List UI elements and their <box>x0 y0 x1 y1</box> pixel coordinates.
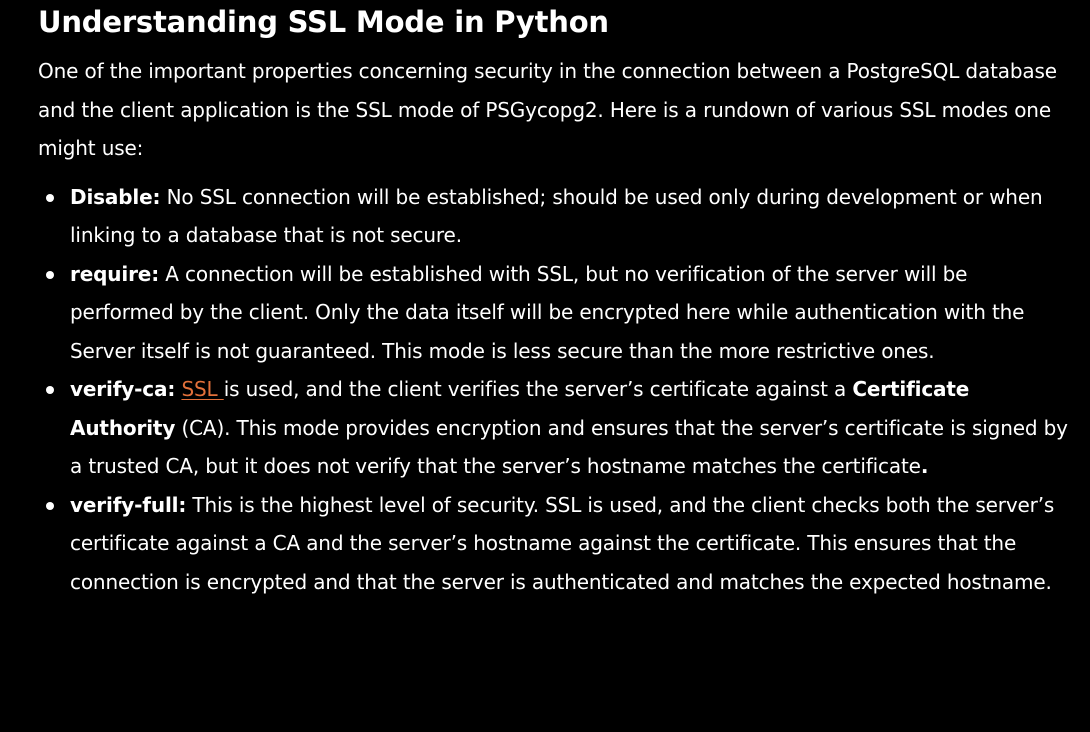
ssl-modes-list: Disable: No SSL connection will be estab… <box>38 178 1070 602</box>
bullet-icon <box>46 501 54 510</box>
bullet-icon <box>46 193 54 202</box>
mode-term: require: <box>70 261 160 286</box>
intro-paragraph: One of the important properties concerni… <box>38 59 1057 160</box>
article-title: Understanding SSL Mode in Python <box>38 5 609 39</box>
mode-description: This is the highest level of security. S… <box>70 492 1055 594</box>
bullet-icon <box>46 270 54 279</box>
mode-description-continued: (CA). This mode provides encryption and … <box>70 415 1068 479</box>
bullet-icon <box>46 386 54 394</box>
list-item-verify-full: verify-full: This is the highest level o… <box>46 486 1070 602</box>
article: Understanding SSL Mode in Python One of … <box>0 0 1090 732</box>
mode-description: is used, and the client verifies the ser… <box>223 377 853 401</box>
mode-description-end: . <box>920 454 929 478</box>
list-item-disable: Disable: No SSL connection will be estab… <box>46 178 1070 255</box>
list-item-require: require: A connection will be establishe… <box>46 255 1070 371</box>
mode-description: A connection will be established with SS… <box>70 261 1025 363</box>
ssl-link[interactable]: SSL <box>181 377 223 401</box>
mode-term: verify-full: <box>70 492 187 517</box>
list-item-verify-ca: verify-ca: SSL is used, and the client v… <box>46 370 1070 486</box>
mode-description: No SSL connection will be established; s… <box>70 184 1043 248</box>
mode-term: Disable: <box>70 184 161 209</box>
mode-term: verify-ca: <box>70 377 176 401</box>
